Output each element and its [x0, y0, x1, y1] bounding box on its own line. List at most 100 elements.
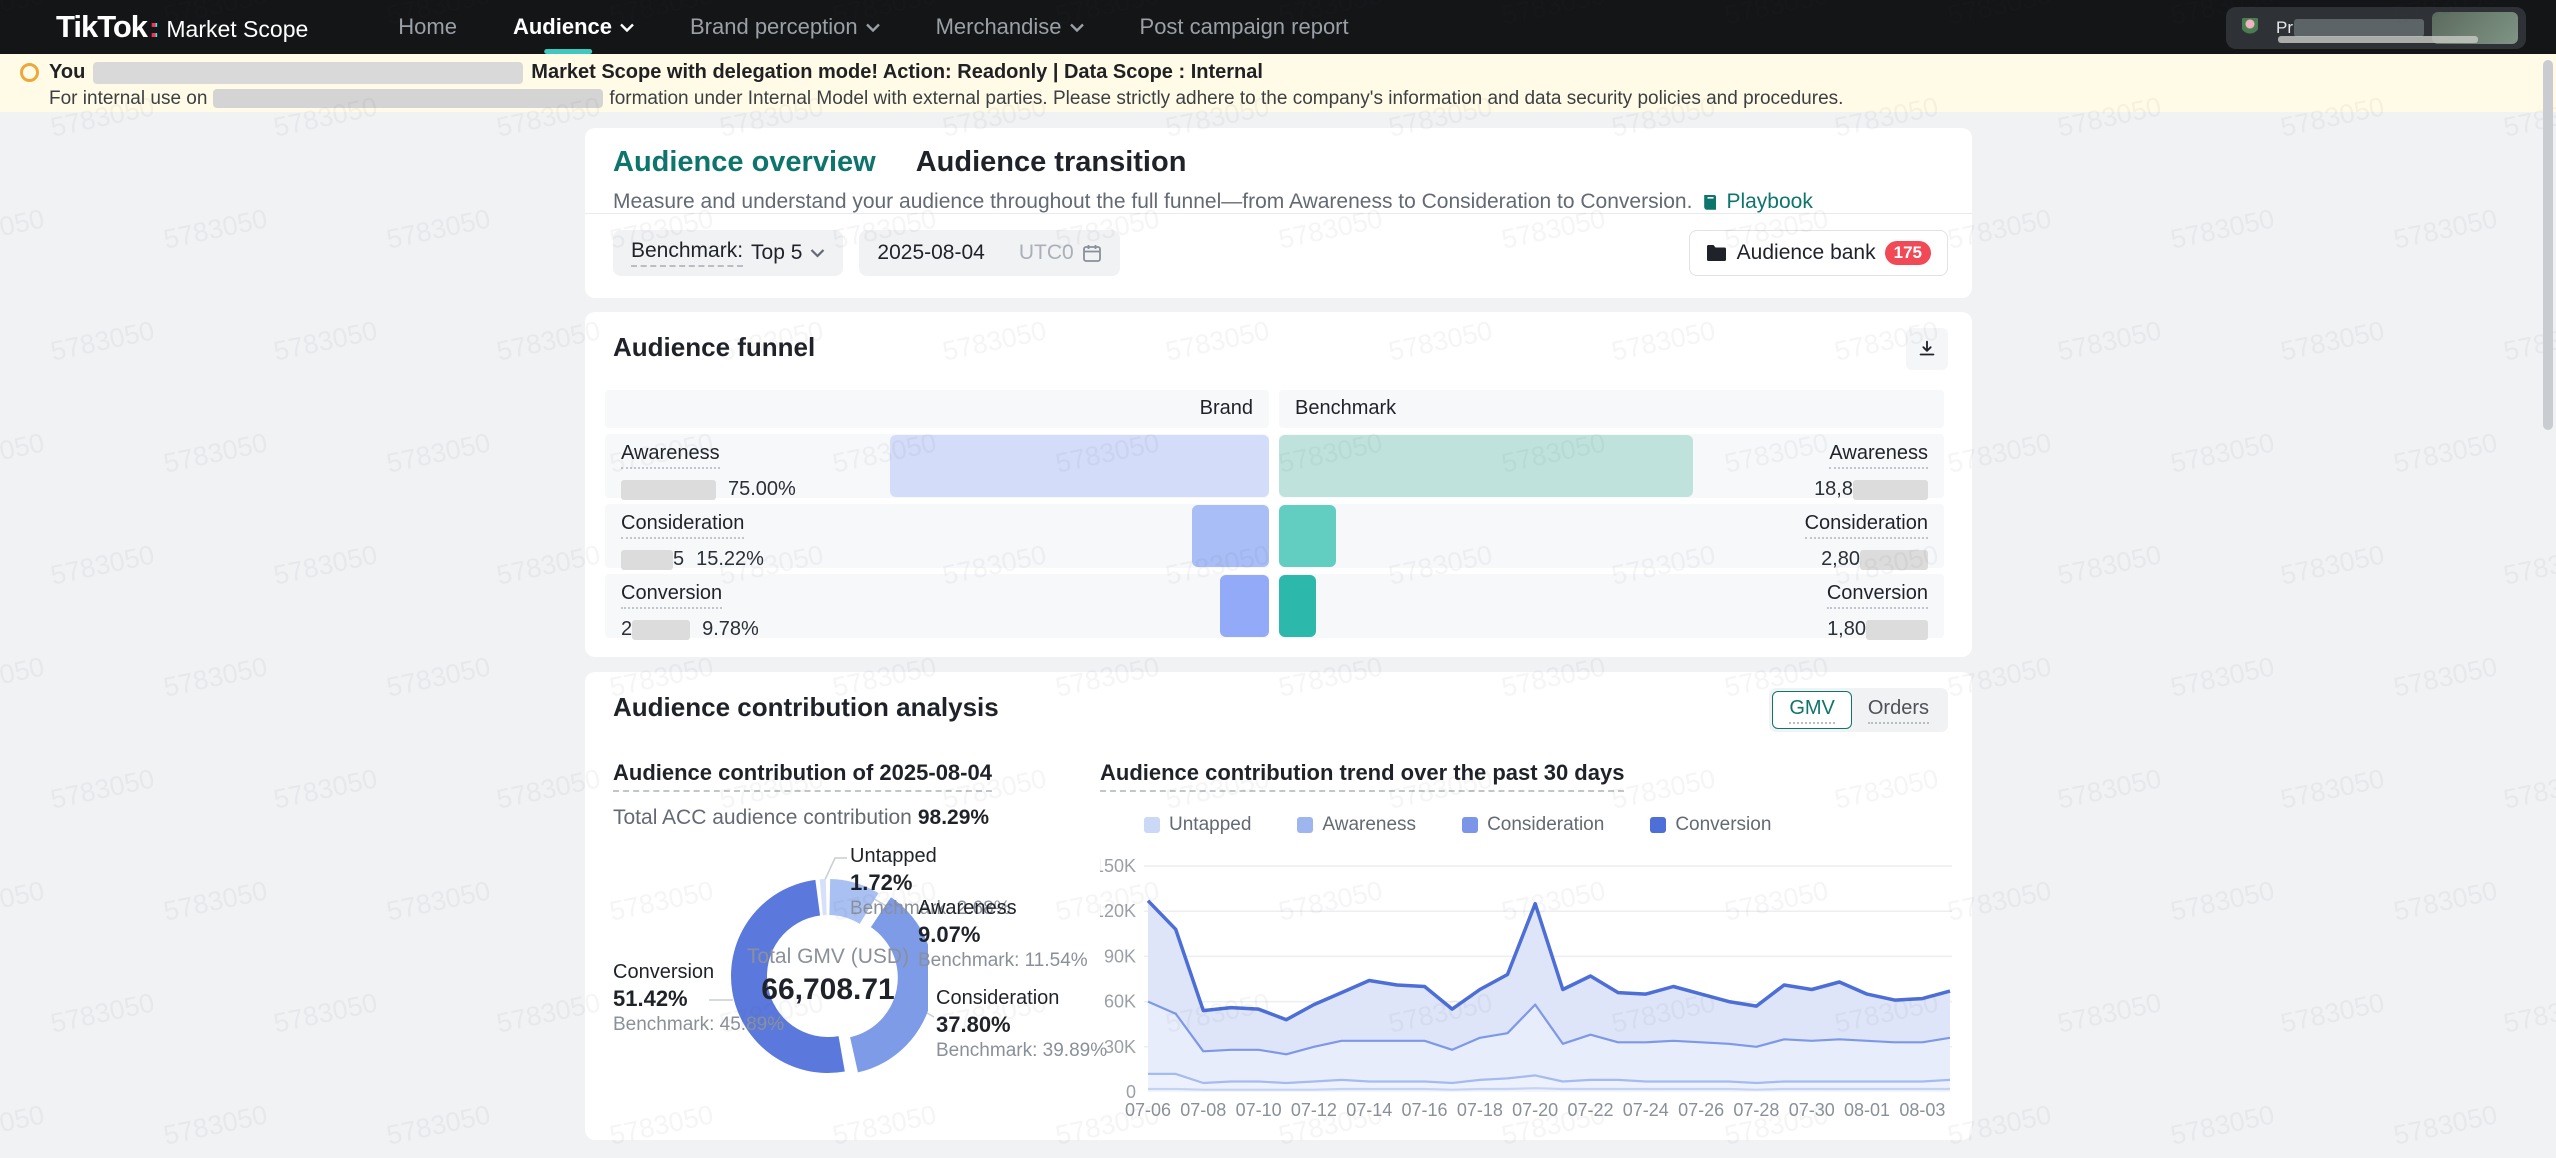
watermark-text: 5783050 — [0, 1099, 47, 1151]
legend-item-untapped[interactable]: Untapped — [1144, 814, 1251, 836]
svg-text:90K: 90K — [1104, 946, 1136, 966]
user-account-menu[interactable]: Pr — [2226, 7, 2526, 49]
watermark-text: 5783050 — [2055, 539, 2164, 591]
svg-text:07-20: 07-20 — [1512, 1100, 1558, 1120]
funnel-stage-label[interactable]: Conversion — [621, 582, 722, 609]
watermark-text: 5783050 — [2168, 875, 2277, 927]
user-subtitle-redacted — [2278, 36, 2478, 43]
nav-item-merchandise[interactable]: Merchandise — [936, 0, 1084, 54]
legend-swatch — [1297, 817, 1313, 833]
user-name-redacted — [2294, 19, 2424, 37]
toggle-gmv[interactable]: GMV — [1772, 691, 1852, 729]
banner-redaction — [213, 89, 603, 108]
chevron-down-icon — [866, 23, 880, 32]
funnel-stage-label[interactable]: Awareness — [1829, 442, 1928, 469]
watermark-text: 5783050 — [271, 987, 380, 1039]
watermark-text: 5783050 — [384, 1099, 493, 1151]
active-tab-indicator — [545, 49, 593, 54]
svg-text:07-14: 07-14 — [1346, 1100, 1392, 1120]
legend-item-conversion[interactable]: Conversion — [1650, 814, 1771, 836]
svg-text:30K: 30K — [1104, 1037, 1136, 1057]
watermark-text: 5783050 — [271, 315, 380, 367]
funnel-row-consideration: Consideration 515.22% Consideration 2,80 — [605, 504, 1944, 568]
funnel-stage-label[interactable]: Consideration — [621, 512, 744, 539]
donut-callout-conversion: Conversion51.42%Benchmark: 45.89% — [613, 960, 784, 1036]
contribution-trend-section: Audience contribution trend over the pas… — [1100, 760, 1960, 1127]
watermark-text: 5783050 — [2278, 539, 2387, 591]
legend-swatch — [1144, 817, 1160, 833]
funnel-stage-label[interactable]: Awareness — [621, 442, 720, 469]
playbook-link[interactable]: Playbook — [1702, 190, 1812, 214]
brand-value: 75.00% — [621, 478, 796, 501]
watermark-text: 5783050 — [161, 651, 270, 703]
nav-item-brand-perception[interactable]: Brand perception — [690, 0, 880, 54]
legend-item-awareness[interactable]: Awareness — [1297, 814, 1416, 836]
audience-bank-button[interactable]: Audience bank 175 — [1689, 230, 1948, 276]
watermark-text: 5783050 — [2391, 651, 2500, 703]
donut-callout-awareness: Awareness9.07%Benchmark: 11.54% — [918, 896, 1088, 972]
watermark-text: 5783050 — [2278, 987, 2387, 1039]
redacted-value — [621, 550, 673, 570]
funnel-chart: Brand Benchmark Awareness 75.00% Awareness… — [605, 390, 1944, 638]
watermark-text: 5783050 — [161, 427, 270, 479]
funnel-header-row: Brand Benchmark — [605, 390, 1944, 428]
vertical-scrollbar[interactable] — [2543, 60, 2553, 430]
svg-text:07-18: 07-18 — [1457, 1100, 1503, 1120]
svg-text:08-01: 08-01 — [1844, 1100, 1890, 1120]
watermark-text: 5783050 — [2391, 427, 2500, 479]
chevron-down-icon — [810, 248, 825, 258]
funnel-row-conversion: Conversion29.78%Conversion1,80 — [605, 574, 1944, 638]
benchmark-value: 2,80 — [1805, 548, 1928, 571]
top-nav: TikTok : Market Scope Home Audience Bran… — [0, 0, 2556, 54]
audience-contribution-panel: Audience contribution analysis GMV Order… — [585, 672, 1972, 1140]
donut-chart: Total GMV (USD) 66,708.71 Untapped1.72%B… — [613, 836, 1133, 1148]
brand-value: 515.22% — [621, 548, 764, 571]
watermark-text: 5783050 — [2168, 427, 2277, 479]
watermark-text: 5783050 — [161, 875, 270, 927]
date-picker[interactable]: 2025-08-04 UTC0 — [859, 230, 1119, 276]
svg-text:150K: 150K — [1100, 856, 1136, 876]
funnel-stage-label[interactable]: Consideration — [1805, 512, 1928, 539]
legend-swatch — [1462, 817, 1478, 833]
app-screen: TikTok : Market Scope Home Audience Bran… — [0, 0, 2556, 1158]
watermark-text: 5783050 — [2055, 763, 2164, 815]
audience-header-panel: Audience overview Audience transition Me… — [585, 128, 1972, 298]
user-name-partial: Pr — [2276, 18, 2292, 38]
benchmark-bar — [1279, 435, 1693, 497]
watermark-text: 5783050 — [2055, 315, 2164, 367]
funnel-title: Audience funnel — [613, 332, 815, 363]
book-icon — [1702, 193, 1720, 211]
nav-item-audience[interactable]: Audience — [513, 0, 634, 54]
audience-funnel-panel: Audience funnel Brand Benchmark Awarenes… — [585, 312, 1972, 657]
watermark-text: 5783050 — [2055, 987, 2164, 1039]
chevron-down-icon — [620, 23, 634, 32]
legend-item-consideration[interactable]: Consideration — [1462, 814, 1604, 836]
delegation-warning-banner: YouMarket Scope with delegation mode! Ac… — [0, 54, 2556, 112]
watermark-text: 5783050 — [2168, 1099, 2277, 1151]
watermark-text: 5783050 — [2168, 651, 2277, 703]
watermark-text: 5783050 — [2501, 763, 2556, 815]
svg-text:07-08: 07-08 — [1180, 1100, 1226, 1120]
svg-text:08-03: 08-03 — [1899, 1100, 1945, 1120]
audience-bank-count-badge: 175 — [1885, 241, 1931, 265]
toggle-orders[interactable]: Orders — [1852, 691, 1945, 729]
svg-text:07-10: 07-10 — [1236, 1100, 1282, 1120]
watermark-text: 5783050 — [2278, 315, 2387, 367]
watermark-text: 5783050 — [48, 315, 157, 367]
funnel-stage-label[interactable]: Conversion — [1827, 582, 1928, 609]
legend-swatch — [1650, 817, 1666, 833]
watermark-text: 5783050 — [384, 203, 493, 255]
benchmark-bar — [1279, 575, 1316, 637]
nav-item-post-campaign-report[interactable]: Post campaign report — [1140, 0, 1349, 54]
benchmark-select[interactable]: Benchmark: Top 5 — [613, 230, 843, 276]
tab-audience-overview[interactable]: Audience overview — [613, 146, 876, 179]
brand-value: 29.78% — [621, 618, 759, 641]
download-button[interactable] — [1906, 328, 1948, 370]
svg-text:0: 0 — [1126, 1082, 1136, 1102]
tab-audience-transition[interactable]: Audience transition — [916, 146, 1187, 179]
tiktok-logo: TikTok : Market Scope — [56, 9, 308, 45]
banner-redaction — [93, 62, 523, 84]
nav-item-home[interactable]: Home — [398, 0, 457, 54]
svg-text:07-30: 07-30 — [1789, 1100, 1835, 1120]
calendar-icon — [1082, 243, 1102, 263]
